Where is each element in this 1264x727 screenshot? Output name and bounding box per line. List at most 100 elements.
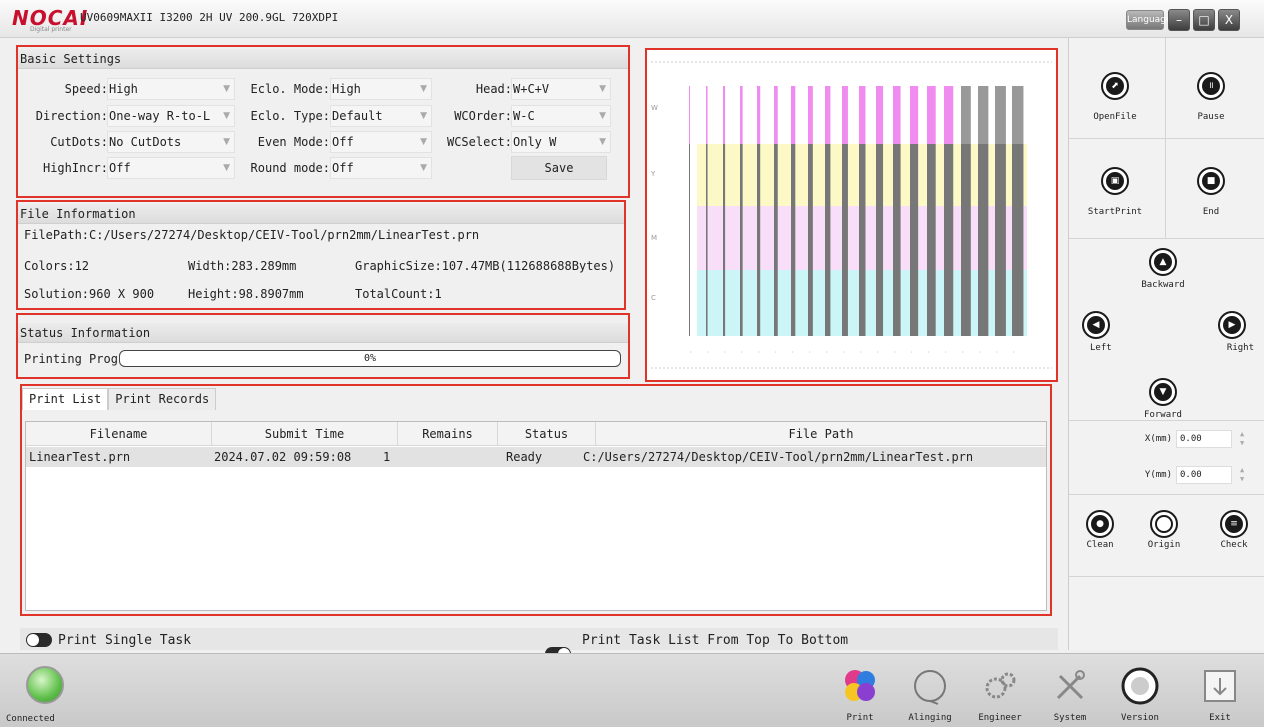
- cutdots-select[interactable]: No CutDots ▼: [107, 131, 235, 153]
- preview-bar-bottom: [995, 144, 1006, 336]
- col-submit-time[interactable]: Submit Time: [212, 422, 398, 446]
- system-nav-button[interactable]: System: [1040, 666, 1100, 723]
- preview-bar-top: [978, 86, 989, 144]
- colors-text: Colors:12: [24, 259, 90, 273]
- preview-bar-top: [927, 86, 936, 144]
- forward-button[interactable]: ▼ Forward: [1128, 378, 1198, 420]
- version-nav-button[interactable]: Version: [1110, 666, 1170, 723]
- x-mm-input[interactable]: 0.00: [1176, 430, 1232, 448]
- divider: [1068, 238, 1264, 239]
- check-button[interactable]: ≡ Check: [1212, 510, 1256, 550]
- svg-text:C: C: [651, 294, 656, 302]
- round-mode-select[interactable]: Off ▼: [330, 157, 432, 179]
- engineer-nav-button[interactable]: Engineer: [970, 666, 1030, 723]
- preview-bar-top: [808, 86, 813, 144]
- cutdots-value: No CutDots: [109, 135, 182, 149]
- backward-button[interactable]: ▲ Backward: [1128, 248, 1198, 290]
- speed-select[interactable]: High ▼: [107, 78, 235, 100]
- cell-file-path: C:/Users/27274/Desktop/CEIV-Tool/prn2mm/…: [583, 450, 974, 464]
- preview-bar-bottom: [893, 144, 901, 336]
- save-button[interactable]: Save: [511, 156, 607, 180]
- wcorder-label: WCOrder:: [454, 109, 512, 123]
- left-button[interactable]: ◀ Left: [1076, 311, 1116, 353]
- x-stepper[interactable]: ▲ ▼: [1240, 430, 1244, 448]
- backward-label: Backward: [1141, 280, 1185, 290]
- tab-print-records[interactable]: Print Records: [108, 388, 217, 410]
- divider: [1068, 576, 1264, 577]
- preview-bar-tick: ·: [1012, 349, 1016, 356]
- even-mode-value: Off: [332, 135, 354, 149]
- col-filename[interactable]: Filename: [26, 422, 212, 446]
- divider: [1068, 494, 1264, 495]
- chevron-down-icon: ▼: [420, 163, 427, 173]
- col-status[interactable]: Status: [498, 422, 596, 446]
- preview-bar-tick: ·: [774, 349, 778, 356]
- printing-progress-label: Printing Prog: [24, 352, 118, 366]
- col-file-path[interactable]: File Path: [596, 422, 1046, 446]
- file-info-title: File Information: [18, 204, 624, 224]
- arrow-right-icon: ▶: [1218, 311, 1246, 339]
- cell-filename: LinearTest.prn: [29, 450, 131, 464]
- open-file-button[interactable]: ⬈ OpenFile: [1080, 72, 1150, 122]
- pause-button[interactable]: ॥ Pause: [1176, 72, 1246, 122]
- wcselect-select[interactable]: Only W ▼: [511, 131, 611, 153]
- print-preview-panel: · · · · · · · · · · · · · · · · · · · · W Y M C: [645, 48, 1058, 382]
- preview-bar-top: [944, 86, 954, 144]
- single-task-toggle[interactable]: [26, 633, 52, 647]
- preview-bar-tick: ·: [910, 349, 914, 356]
- preview-bar-top: [791, 86, 796, 144]
- preview-bar-top: [859, 86, 866, 144]
- origin-button[interactable]: Origin: [1142, 510, 1186, 550]
- y-mm-input[interactable]: 0.00: [1176, 466, 1232, 484]
- preview-bar-bottom: [910, 144, 919, 336]
- preview-bar-bottom: [927, 144, 936, 336]
- wcorder-select[interactable]: W-C ▼: [511, 105, 611, 127]
- chevron-down-icon: ▼: [599, 111, 606, 121]
- aligning-nav-button[interactable]: Alinging: [900, 666, 960, 723]
- highincr-select[interactable]: Off ▼: [107, 157, 235, 179]
- speed-label: Speed:: [64, 82, 108, 96]
- end-button[interactable]: ■ End: [1176, 167, 1246, 217]
- preview-bar-bottom: [706, 144, 708, 336]
- eclo-mode-select[interactable]: High ▼: [330, 78, 432, 100]
- gears-icon: [985, 672, 1016, 699]
- svg-text:Y: Y: [650, 170, 656, 178]
- clean-button[interactable]: ● Clean: [1078, 510, 1122, 550]
- eclo-type-label: Eclo. Type:: [250, 109, 330, 123]
- chevron-down-icon: ▼: [223, 111, 230, 121]
- preview-bar-top: [740, 86, 743, 144]
- preview-bar-top: [706, 86, 708, 144]
- chevron-down-icon: ▼: [599, 137, 606, 147]
- table-row[interactable]: LinearTest.prn 2024.07.02 09:59:08 1 Rea…: [26, 447, 1046, 467]
- preview-bar-bottom: [978, 144, 989, 336]
- eclo-type-select[interactable]: Default ▼: [330, 105, 432, 127]
- preview-bar-bottom: [961, 144, 971, 336]
- tab-print-list[interactable]: Print List: [22, 388, 109, 410]
- preview-bar-tick: ·: [706, 349, 710, 356]
- color-balls-icon: [845, 670, 875, 701]
- svg-text:W: W: [651, 104, 658, 112]
- preview-bar-tick: ·: [893, 349, 897, 356]
- maximize-button[interactable]: □: [1193, 9, 1215, 31]
- head-select[interactable]: W+C+V ▼: [511, 78, 611, 100]
- y-mm-label: Y(mm): [1144, 470, 1172, 480]
- start-print-button[interactable]: ▣ StartPrint: [1080, 167, 1150, 217]
- close-button[interactable]: X: [1218, 9, 1240, 31]
- width-text: Width:283.289mm: [188, 259, 297, 273]
- even-mode-select[interactable]: Off ▼: [330, 131, 432, 153]
- preview-bar-top: [757, 86, 761, 144]
- preview-bar-tick: ·: [995, 349, 999, 356]
- exit-nav-button[interactable]: Exit: [1190, 666, 1250, 723]
- preview-bar-bottom: [723, 144, 726, 336]
- col-remains[interactable]: Remains: [398, 422, 498, 446]
- direction-select[interactable]: One-way R-to-L ▼: [107, 105, 235, 127]
- arrow-up-icon: ▲: [1149, 248, 1177, 276]
- print-nav-button[interactable]: Print: [830, 666, 890, 723]
- language-button[interactable]: Language: [1126, 10, 1171, 30]
- right-button[interactable]: ▶ Right: [1206, 311, 1254, 353]
- cell-status: Ready: [506, 450, 543, 464]
- y-stepper[interactable]: ▲ ▼: [1240, 466, 1244, 484]
- minimize-button[interactable]: –: [1168, 9, 1190, 31]
- system-nav-label: System: [1053, 713, 1087, 723]
- solution-text: Solution:960 X 900: [24, 287, 155, 301]
